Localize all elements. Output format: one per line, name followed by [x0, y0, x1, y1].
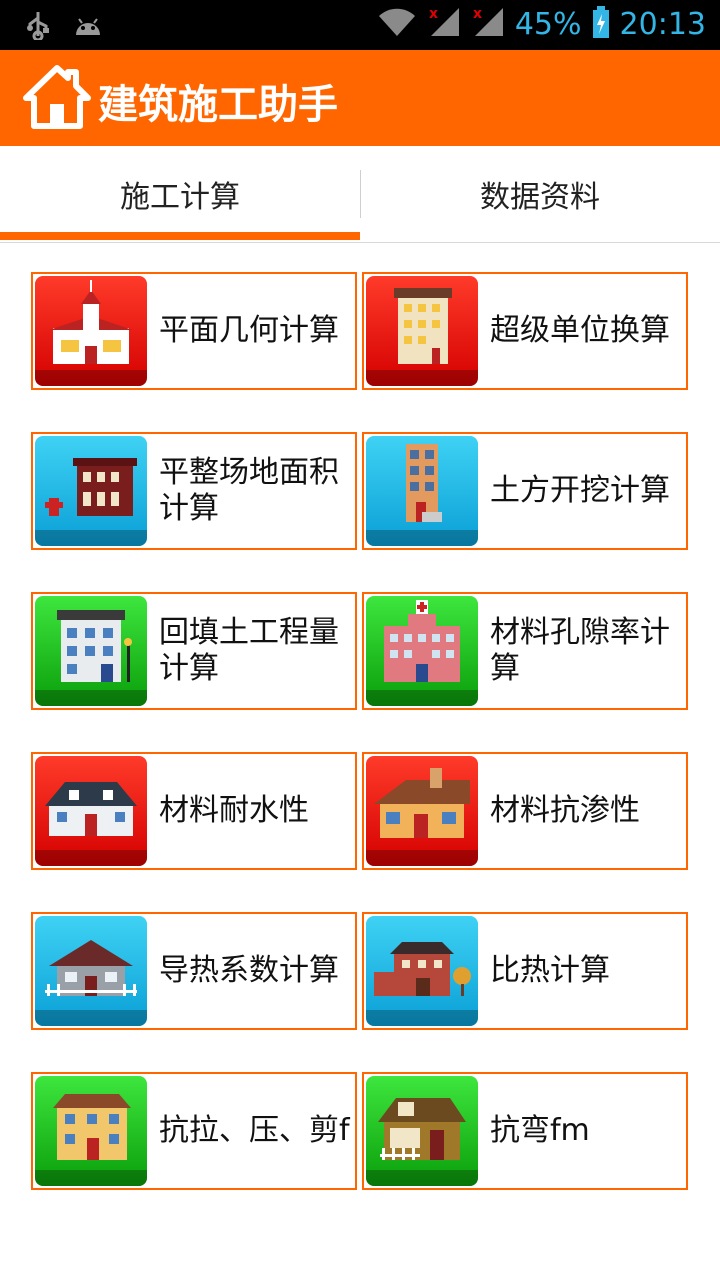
hydrant-building-icon [35, 436, 147, 546]
grid-item-label: 抗弯fm [490, 1113, 590, 1148]
grid-item-label: 超级单位换算 [490, 313, 670, 348]
app-bar: 建筑施工助手 [0, 50, 720, 146]
active-tab-indicator [0, 232, 360, 240]
android-icon [72, 13, 104, 41]
apartment-building-icon [366, 276, 478, 386]
signal-x-icon: x [427, 6, 461, 42]
signal-x-icon: x [471, 6, 505, 42]
grid-item-impermeability[interactable]: 材料抗渗性 [362, 752, 688, 870]
grid-item-backfill[interactable]: 回填土工程量计算 [31, 592, 357, 710]
grid-item-label: 抗拉、压、剪f [159, 1113, 350, 1148]
grid-item-label: 平面几何计算 [159, 313, 339, 348]
grid-item-specific-heat[interactable]: 比热计算 [362, 912, 688, 1030]
grid-item-label: 材料耐水性 [159, 793, 309, 828]
church-icon [35, 276, 147, 386]
grid-item-label: 导热系数计算 [159, 953, 339, 988]
grid-item-site-leveling[interactable]: 平整场地面积计算 [31, 432, 357, 550]
battery-charging-icon [592, 6, 610, 42]
grid-item-label: 平整场地面积计算 [159, 455, 339, 526]
grid-item-earth-excavation[interactable]: 土方开挖计算 [362, 432, 688, 550]
svg-text:x: x [473, 6, 482, 22]
clock: 20:13 [619, 6, 706, 42]
app-title: 建筑施工助手 [98, 82, 338, 128]
mansion-icon [35, 756, 147, 866]
grid-item-porosity[interactable]: 材料孔隙率计算 [362, 592, 688, 710]
grid-item-plane-geometry[interactable]: 平面几何计算 [31, 272, 357, 390]
tower-building-icon [366, 436, 478, 546]
tab-data-reference[interactable]: 数据资料 [360, 146, 720, 242]
svg-text:x: x [429, 6, 438, 22]
home-icon[interactable] [22, 64, 92, 130]
grid-item-thermal-conductivity[interactable]: 导热系数计算 [31, 912, 357, 1030]
grid-item-bending[interactable]: 抗弯fm [362, 1072, 688, 1190]
hospital-icon [366, 596, 478, 706]
yellow-house-icon [35, 1076, 147, 1186]
wifi-icon [377, 6, 417, 42]
grid-item-label: 材料抗渗性 [490, 793, 640, 828]
tab-construction-calc[interactable]: 施工计算 [0, 146, 360, 242]
grid-item-label: 材料孔隙率计算 [490, 615, 670, 686]
grid-item-label: 回填土工程量计算 [159, 615, 339, 686]
usb-icon [26, 10, 50, 44]
grid-item-label: 土方开挖计算 [490, 473, 670, 508]
grid-item-water-resistance[interactable]: 材料耐水性 [31, 752, 357, 870]
tab-bar: 施工计算 数据资料 [0, 146, 720, 243]
office-building-icon [35, 596, 147, 706]
house-fence-icon [35, 916, 147, 1026]
townhouse-tree-icon [366, 916, 478, 1026]
grid-item-unit-conversion[interactable]: 超级单位换算 [362, 272, 688, 390]
grid-item-tension-compression-shear[interactable]: 抗拉、压、剪f [31, 1072, 357, 1190]
grid-item-label: 比热计算 [490, 953, 610, 988]
cabin-icon [366, 1076, 478, 1186]
cottage-icon [366, 756, 478, 866]
battery-percent: 45% [514, 6, 582, 42]
status-bar: x x 45% 20:13 [0, 0, 720, 50]
